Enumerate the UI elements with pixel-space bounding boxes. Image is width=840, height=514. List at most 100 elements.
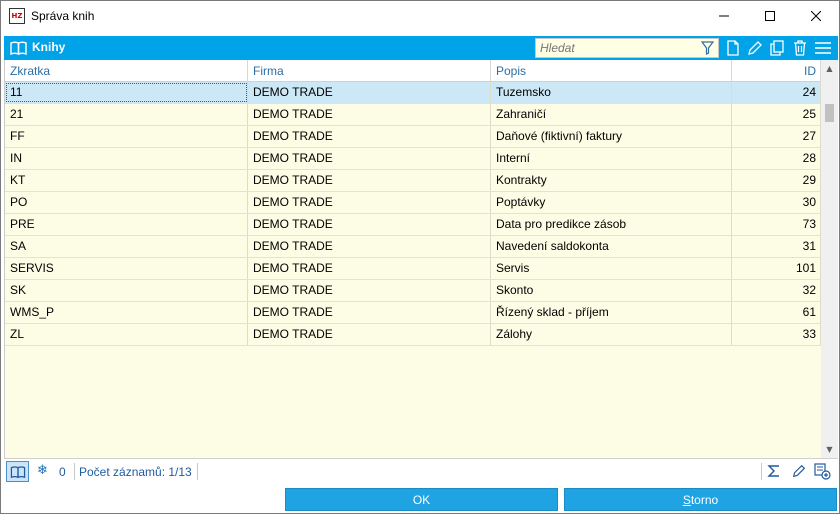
cell-id[interactable]: 27 bbox=[732, 126, 821, 147]
cell-zkratka[interactable]: ZL bbox=[5, 324, 248, 345]
cell-popis[interactable]: Tuzemsko bbox=[491, 82, 732, 103]
table-row[interactable]: PO DEMO TRADE Poptávky 30 bbox=[5, 192, 821, 214]
book-icon bbox=[10, 41, 27, 56]
new-document-icon[interactable] bbox=[724, 39, 742, 57]
cell-firma[interactable]: DEMO TRADE bbox=[248, 148, 491, 169]
cell-popis[interactable]: Daňové (fiktivní) faktury bbox=[491, 126, 732, 147]
ok-button[interactable]: OK bbox=[285, 488, 558, 511]
snowflake-icon[interactable]: ❄ bbox=[37, 464, 51, 478]
storno-accelerator: S bbox=[682, 493, 691, 507]
cell-popis[interactable]: Data pro predikce zásob bbox=[491, 214, 732, 235]
cell-firma[interactable]: DEMO TRADE bbox=[248, 192, 491, 213]
cell-popis[interactable]: Navedení saldokonta bbox=[491, 236, 732, 257]
cell-popis[interactable]: Kontrakty bbox=[491, 170, 732, 191]
cell-id[interactable]: 29 bbox=[732, 170, 821, 191]
cell-id[interactable]: 24 bbox=[732, 82, 821, 103]
cell-zkratka[interactable]: IN bbox=[5, 148, 248, 169]
search-input[interactable] bbox=[536, 39, 696, 57]
column-header-firma[interactable]: Firma bbox=[248, 60, 491, 82]
cell-zkratka[interactable]: SA bbox=[5, 236, 248, 257]
column-header-popis[interactable]: Popis bbox=[491, 60, 732, 82]
table-row[interactable]: PRE DEMO TRADE Data pro predikce zásob 73 bbox=[5, 214, 821, 236]
close-button[interactable] bbox=[793, 1, 839, 31]
edit-pencil-icon[interactable] bbox=[790, 462, 808, 480]
title-bar: HZ Správa knih bbox=[1, 1, 839, 32]
cell-id[interactable]: 101 bbox=[732, 258, 821, 279]
cell-id[interactable]: 30 bbox=[732, 192, 821, 213]
table-row[interactable]: ZL DEMO TRADE Zálohy 33 bbox=[5, 324, 821, 346]
table-row[interactable]: 21 DEMO TRADE Zahraničí 25 bbox=[5, 104, 821, 126]
cell-firma[interactable]: DEMO TRADE bbox=[248, 170, 491, 191]
scrollbar-thumb[interactable] bbox=[825, 104, 834, 122]
cell-popis[interactable]: Interní bbox=[491, 148, 732, 169]
cell-id[interactable]: 31 bbox=[732, 236, 821, 257]
scroll-up-arrow-icon[interactable]: ▲ bbox=[821, 60, 838, 77]
cell-firma[interactable]: DEMO TRADE bbox=[248, 104, 491, 125]
cell-firma[interactable]: DEMO TRADE bbox=[248, 236, 491, 257]
cell-zkratka[interactable]: KT bbox=[5, 170, 248, 191]
cell-popis[interactable]: Skonto bbox=[491, 280, 732, 301]
grid-header: Zkratka Firma Popis ID bbox=[5, 60, 821, 82]
cell-zkratka[interactable]: FF bbox=[5, 126, 248, 147]
cell-firma[interactable]: DEMO TRADE bbox=[248, 214, 491, 235]
cell-popis[interactable]: Řízený sklad - příjem bbox=[491, 302, 732, 323]
cell-zkratka[interactable]: PRE bbox=[5, 214, 248, 235]
table-row[interactable]: FF DEMO TRADE Daňové (fiktivní) faktury 27 bbox=[5, 126, 821, 148]
cell-id[interactable]: 61 bbox=[732, 302, 821, 323]
cell-popis[interactable]: Servis bbox=[491, 258, 732, 279]
cell-id[interactable]: 25 bbox=[732, 104, 821, 125]
cell-firma[interactable]: DEMO TRADE bbox=[248, 302, 491, 323]
filter-icon[interactable] bbox=[701, 41, 714, 55]
vertical-scrollbar[interactable]: ▲ ▼ bbox=[821, 60, 838, 458]
menu-icon[interactable] bbox=[814, 39, 832, 57]
cell-id[interactable]: 32 bbox=[732, 280, 821, 301]
cell-zkratka[interactable]: WMS_P bbox=[5, 302, 248, 323]
table-row[interactable]: 11 DEMO TRADE Tuzemsko 24 bbox=[5, 82, 821, 104]
minimize-button[interactable] bbox=[701, 1, 747, 31]
book-view-toggle[interactable] bbox=[6, 461, 29, 482]
cell-id[interactable]: 33 bbox=[732, 324, 821, 345]
cell-id[interactable]: 28 bbox=[732, 148, 821, 169]
cell-popis[interactable]: Zahraničí bbox=[491, 104, 732, 125]
sigma-icon[interactable] bbox=[765, 462, 783, 480]
copy-icon[interactable] bbox=[768, 39, 786, 57]
cell-zkratka[interactable]: SK bbox=[5, 280, 248, 301]
cell-firma[interactable]: DEMO TRADE bbox=[248, 82, 491, 103]
cell-firma[interactable]: DEMO TRADE bbox=[248, 258, 491, 279]
cell-firma[interactable]: DEMO TRADE bbox=[248, 280, 491, 301]
status-separator bbox=[761, 463, 762, 480]
cell-popis[interactable]: Zálohy bbox=[491, 324, 732, 345]
book-icon bbox=[10, 465, 25, 478]
cell-zkratka[interactable]: PO bbox=[5, 192, 248, 213]
table-row[interactable]: SK DEMO TRADE Skonto 32 bbox=[5, 280, 821, 302]
maximize-button[interactable] bbox=[747, 1, 793, 31]
close-icon bbox=[811, 11, 821, 21]
storno-label-rest: torno bbox=[690, 493, 719, 507]
cell-firma[interactable]: DEMO TRADE bbox=[248, 126, 491, 147]
column-header-zkratka[interactable]: Zkratka bbox=[5, 60, 248, 82]
cell-popis[interactable]: Poptávky bbox=[491, 192, 732, 213]
window-title: Správa knih bbox=[31, 9, 95, 23]
column-header-id[interactable]: ID bbox=[732, 60, 821, 82]
table-row[interactable]: SERVIS DEMO TRADE Servis 101 bbox=[5, 258, 821, 280]
status-separator bbox=[197, 463, 198, 480]
cell-firma[interactable]: DEMO TRADE bbox=[248, 324, 491, 345]
search-box[interactable] bbox=[535, 38, 719, 58]
cell-id[interactable]: 73 bbox=[732, 214, 821, 235]
trash-icon[interactable] bbox=[791, 39, 809, 57]
storno-button[interactable]: Storno bbox=[564, 488, 837, 511]
cell-zkratka[interactable]: 21 bbox=[5, 104, 248, 125]
multi-edit-icon[interactable] bbox=[813, 462, 831, 480]
minimize-icon bbox=[719, 15, 729, 17]
table-row[interactable]: KT DEMO TRADE Kontrakty 29 bbox=[5, 170, 821, 192]
scroll-down-arrow-icon[interactable]: ▼ bbox=[821, 441, 838, 458]
cell-zkratka[interactable]: 11 bbox=[5, 82, 248, 103]
cell-zkratka[interactable]: SERVIS bbox=[5, 258, 248, 279]
table-row[interactable]: WMS_P DEMO TRADE Řízený sklad - příjem 61 bbox=[5, 302, 821, 324]
window: HZ Správa knih Knihy Hledat Zkratka Firm… bbox=[0, 0, 840, 514]
table-row[interactable]: IN DEMO TRADE Interní 28 bbox=[5, 148, 821, 170]
table-row[interactable]: SA DEMO TRADE Navedení saldokonta 31 bbox=[5, 236, 821, 258]
edit-pencil-icon[interactable] bbox=[746, 39, 764, 57]
status-bar: ❄ 0 Počet záznamů: 1/13 bbox=[4, 458, 838, 483]
books-grid: Zkratka Firma Popis ID 11 DEMO TRADE Tuzem… bbox=[4, 60, 838, 458]
